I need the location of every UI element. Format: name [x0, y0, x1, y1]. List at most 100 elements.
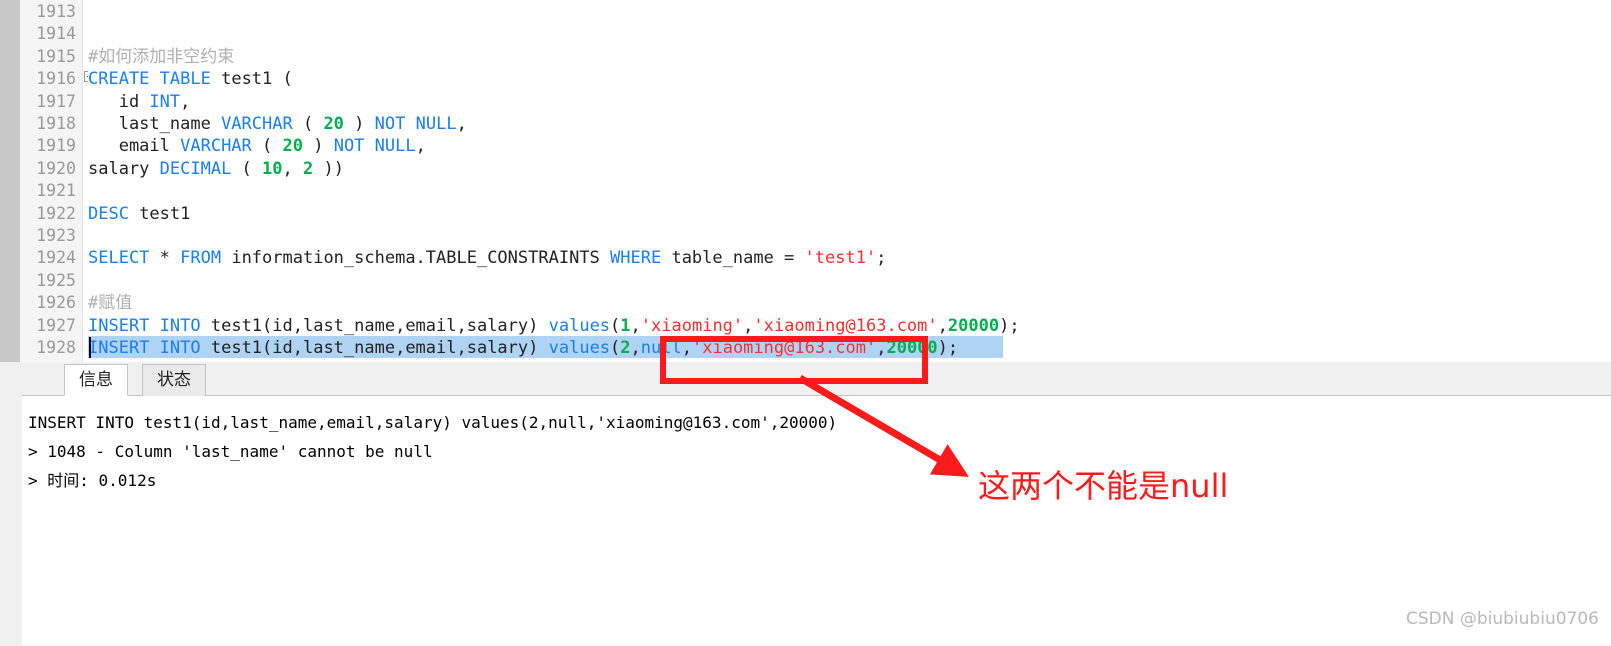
line-number: 1925 [36, 270, 76, 290]
code-token-plain: ) [343, 114, 375, 134]
result-tab-strip[interactable]: 信息 状态 [22, 362, 1611, 396]
code-token-kw: INSERT [88, 338, 150, 358]
code-token-kw: VARCHAR [180, 136, 252, 157]
code-line[interactable]: salary DECIMAL ( 10, 2 )) [88, 158, 344, 180]
code-line[interactable]: SELECT * FROM information_schema.TABLE_C… [88, 247, 886, 269]
code-token-num: 20 [282, 136, 303, 157]
sql-editor-pane[interactable]: 1913 1914 1915 1916 1917 1918 1919 1920 1921 1922… [0, 0, 1611, 362]
code-token-kw: NOT [374, 114, 406, 134]
line-number: 1915 [36, 46, 76, 66]
code-token-str: 'xiaoming' [640, 315, 744, 336]
output-line-error: > 1048 - Column 'last_name' cannot be nu… [28, 442, 433, 461]
line-number: 1927 [36, 315, 76, 335]
line-number: 1919 [36, 136, 76, 156]
line-number: 1922 [36, 203, 76, 223]
code-token-plain: , [937, 315, 948, 336]
code-token-plain: ( [231, 158, 263, 179]
code-token-kw: SELECT [88, 248, 150, 269]
code-token-plain: , [681, 338, 692, 358]
code-token-plain: ( [610, 338, 621, 358]
code-line[interactable]: INSERT INTO test1(id,last_name,email,sal… [88, 337, 958, 359]
code-token-plain: , [415, 136, 426, 157]
code-token-kw: VARCHAR [221, 114, 293, 134]
code-token-plain: , [282, 158, 303, 179]
code-token-plain: test1 [128, 203, 191, 224]
code-token-num: 20000 [947, 315, 1000, 336]
line-number: 1916 [36, 69, 76, 89]
code-text-area[interactable]: #如何添加非空约束 CREATE TABLE test1 ( id INT, la… [88, 0, 1611, 362]
output-line-duration: > 时间: 0.012s [28, 471, 157, 490]
code-token-plain: information_schema.TABLE_CONSTRAINTS [221, 248, 611, 269]
code-token-plain: test1(id,last_name,email,salary) [200, 315, 549, 336]
code-token-plain: , [743, 315, 754, 336]
code-line[interactable]: id INT, [88, 91, 191, 113]
code-token-kw: TABLE [159, 69, 211, 90]
code-token-str: 'test1' [804, 248, 877, 269]
tab-status[interactable]: 状态 [142, 364, 206, 396]
code-token-plain: test1 ( [210, 69, 293, 90]
result-output-body[interactable]: INSERT INTO test1(id,last_name,email,sal… [22, 396, 1611, 646]
code-token-kw: null [640, 338, 682, 358]
code-token-comment: #赋值 [88, 293, 133, 314]
line-number: 1914 [36, 24, 76, 44]
line-number: 1920 [36, 158, 76, 178]
result-panel: 信息 状态 INSERT INTO test1(id,last_name,ema… [0, 362, 1611, 646]
line-number: 1913 [36, 2, 76, 21]
code-token-kw: CREATE [88, 69, 150, 90]
code-token-str: 'xiaoming@163.com' [692, 338, 877, 358]
tab-info[interactable]: 信息 [64, 364, 128, 396]
code-token-plain: table_name = [661, 248, 805, 269]
code-token-plain: * [149, 248, 181, 269]
line-number: 1928 [36, 338, 76, 357]
code-token-plain: , [876, 338, 887, 358]
code-token-num: 20000 [886, 338, 938, 358]
code-token-str: 'xiaoming@163.com' [753, 315, 938, 336]
line-number: 1923 [36, 226, 76, 245]
code-token-plain: , [180, 91, 191, 112]
code-token-kw: DECIMAL [159, 158, 232, 179]
editor-vertical-scrollbar[interactable] [0, 0, 20, 362]
code-token-plain: ) [302, 136, 334, 157]
code-line[interactable]: #如何添加非空约束 [88, 46, 234, 68]
code-line[interactable]: email VARCHAR ( 20 ) NOT NULL, [88, 135, 426, 157]
code-token-num: 20 [323, 114, 344, 134]
line-number: 1917 [36, 91, 76, 111]
code-token-kw: INSERT [88, 315, 150, 336]
code-token-num: 10 [262, 158, 283, 179]
line-number: 1926 [36, 293, 76, 313]
code-token-plain: ); [937, 338, 959, 358]
code-token-kw: values [548, 315, 611, 336]
code-token-kw: FROM [180, 248, 222, 269]
code-token-plain: , [630, 315, 641, 336]
code-token-kw: INTO [159, 315, 201, 336]
output-line-statement: INSERT INTO test1(id,last_name,email,sal… [28, 413, 838, 432]
code-token-num: 2 [620, 338, 631, 358]
code-line[interactable]: INSERT INTO test1(id,last_name,email,sal… [88, 315, 1020, 337]
code-token-plain: ( [292, 114, 324, 134]
line-number: 1921 [36, 181, 76, 201]
line-number: 1924 [36, 248, 76, 268]
line-number: 1918 [36, 114, 76, 133]
code-token-plain: )) [313, 158, 344, 179]
tab-status-label: 状态 [157, 370, 191, 390]
code-token-plain: ; [876, 248, 887, 269]
code-line[interactable]: #赋值 [88, 292, 132, 314]
code-token-kw: WHERE [610, 248, 662, 269]
code-token-kw: NULL [415, 114, 457, 134]
code-token-kw: INT [149, 91, 181, 112]
result-panel-left-strip [0, 362, 22, 646]
code-line[interactable]: last_name VARCHAR ( 20 ) NOT NULL, [88, 113, 467, 135]
code-line[interactable]: DESC test1 [88, 203, 190, 225]
code-line[interactable]: CREATE TABLE test1 ( [88, 68, 293, 90]
code-token-num: 2 [303, 158, 314, 179]
code-token-kw: NOT [333, 136, 365, 157]
code-token-plain: test1(id,last_name,email,salary) [200, 338, 549, 358]
code-token-num: 1 [620, 315, 631, 336]
code-token-kw: NULL [374, 136, 416, 157]
code-token-plain: last_name [88, 114, 222, 134]
code-token-kw: INTO [159, 338, 201, 358]
